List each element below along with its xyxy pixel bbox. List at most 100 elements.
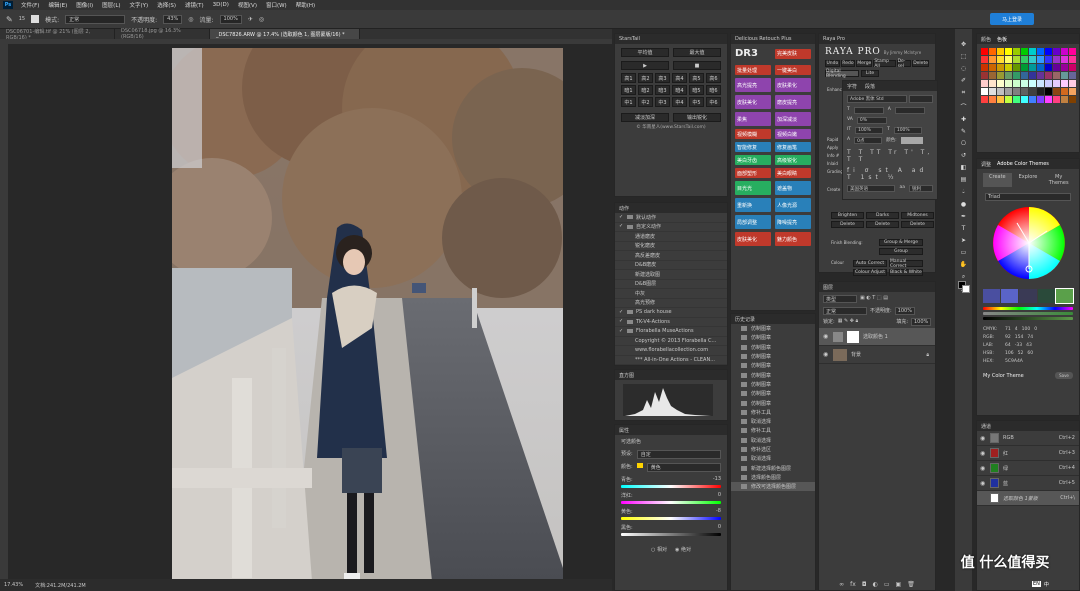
- high-2[interactable]: 高2: [638, 73, 653, 83]
- redo-button[interactable]: Redo: [840, 60, 856, 67]
- maximum-button[interactable]: 最大值: [673, 48, 721, 57]
- play-icon[interactable]: ▶: [621, 61, 669, 70]
- desel-button[interactable]: De-sel: [896, 59, 912, 69]
- healing-icon[interactable]: ✚: [961, 116, 966, 123]
- color-swatch[interactable]: [997, 80, 1004, 87]
- perfect-skin-button[interactable]: 完美皮肤: [775, 48, 811, 59]
- channel-row[interactable]: 选取颜色 1蒙版 Ctrl+\: [977, 491, 1079, 506]
- color-swatch[interactable]: [981, 48, 988, 55]
- history-row[interactable]: 仿制图章: [731, 352, 815, 361]
- menu-image[interactable]: 图像(I): [76, 1, 93, 9]
- slider-value-cyan[interactable]: -13: [713, 476, 721, 483]
- color-select[interactable]: 黄色: [646, 463, 721, 472]
- color-swatch[interactable]: [1061, 48, 1068, 55]
- mid-5[interactable]: 中5: [689, 97, 704, 107]
- link-icon[interactable]: ∞: [839, 581, 844, 588]
- saturation-slider[interactable]: [983, 312, 1073, 315]
- dodge-icon[interactable]: ●: [961, 201, 966, 208]
- action-row[interactable]: ✓ 自定义动作: [615, 223, 727, 232]
- midtones-button[interactable]: Midtones: [901, 212, 934, 219]
- cyan-slider[interactable]: [621, 485, 721, 488]
- color-swatch[interactable]: [1005, 88, 1012, 95]
- darks-button[interactable]: Darks: [866, 212, 899, 219]
- dr-btn[interactable]: 人像光源: [775, 198, 811, 212]
- color-swatch[interactable]: [1029, 96, 1036, 103]
- dr-btn[interactable]: 遮盖物: [775, 181, 811, 195]
- color-swatch[interactable]: [989, 72, 996, 79]
- history-row[interactable]: 修补工具: [731, 426, 815, 435]
- menu-layer[interactable]: 图层(L): [102, 1, 120, 9]
- brush-icon[interactable]: ✎: [961, 128, 966, 135]
- slider-value-yellow[interactable]: -8: [716, 508, 721, 515]
- color-swatch[interactable]: [1013, 48, 1020, 55]
- colour-adjust-button[interactable]: Colour Adjust: [853, 269, 887, 276]
- tab-character[interactable]: 字符: [847, 83, 857, 90]
- delete-button[interactable]: Delete: [831, 221, 864, 228]
- color-swatch[interactable]: [1045, 64, 1052, 71]
- delete-button[interactable]: Delete: [901, 221, 934, 228]
- ime-indicator[interactable]: 中: [1044, 581, 1049, 588]
- stop-icon[interactable]: ■: [673, 61, 721, 70]
- tab-swatches[interactable]: 色板: [997, 36, 1007, 43]
- dr-btn[interactable]: 美白眼睛: [775, 168, 811, 178]
- menu-window[interactable]: 窗口(W): [266, 1, 287, 9]
- history-row[interactable]: 取消选择: [731, 454, 815, 463]
- action-row[interactable]: 通道磨皮: [615, 232, 727, 242]
- tab-doc-3[interactable]: _DSC7826.ARW @ 17.4% (选取颜色 1, 图层蒙版/16) *: [210, 29, 360, 39]
- pen-icon[interactable]: ✒: [961, 213, 966, 220]
- color-swatch[interactable]: [1061, 88, 1068, 95]
- action-row[interactable]: 高反差磨皮: [615, 251, 727, 261]
- lasso-tool-icon[interactable]: ◌: [961, 65, 966, 72]
- color-swatch[interactable]: [1053, 88, 1060, 95]
- history-row[interactable]: 仿制图章: [731, 361, 815, 370]
- font-size-field[interactable]: [853, 107, 884, 114]
- tracking-field[interactable]: 0%: [856, 117, 887, 124]
- color-swatch[interactable]: [1021, 88, 1028, 95]
- dr-btn[interactable]: 高级锐化: [775, 155, 811, 165]
- dark-2[interactable]: 暗2: [638, 85, 653, 95]
- color-swatch[interactable]: [1029, 48, 1036, 55]
- dr-btn[interactable]: 皮肤柔化: [775, 78, 811, 92]
- action-row[interactable]: 新建选取图: [615, 270, 727, 280]
- action-row[interactable]: 中灰: [615, 289, 727, 299]
- dr-btn[interactable]: 皮肤美化: [735, 232, 771, 246]
- menu-edit[interactable]: 编辑(E): [48, 1, 67, 9]
- menu-view[interactable]: 视图(V): [238, 1, 257, 9]
- history-row[interactable]: 修补工具: [731, 408, 815, 417]
- color-swatch[interactable]: [1029, 88, 1036, 95]
- channel-row[interactable]: ◉ 绿 Ctrl+4: [977, 461, 1079, 476]
- dr-btn[interactable]: 柔焦: [735, 112, 771, 126]
- history-row[interactable]: 仿制图章: [731, 389, 815, 398]
- color-swatch[interactable]: [981, 64, 988, 71]
- hue-slider[interactable]: [983, 307, 1073, 310]
- move-tool-icon[interactable]: ✥: [961, 41, 966, 48]
- high-4[interactable]: 高4: [672, 73, 687, 83]
- tab-digital-blending[interactable]: Digital Blending: [825, 69, 859, 79]
- history-row[interactable]: 仿制图章: [731, 324, 815, 333]
- color-swatch[interactable]: [981, 96, 988, 103]
- group-icon[interactable]: ▭: [884, 581, 890, 588]
- menu-filter[interactable]: 滤镜(T): [185, 1, 204, 9]
- color-swatch[interactable]: [1053, 72, 1060, 79]
- color-swatch[interactable]: [1013, 96, 1020, 103]
- theme-swatch[interactable]: [983, 289, 1001, 303]
- color-swatch[interactable]: [1013, 72, 1020, 79]
- color-swatch[interactable]: [1029, 64, 1036, 71]
- dark-1[interactable]: 暗1: [621, 85, 636, 95]
- color-swatch[interactable]: [1037, 56, 1044, 63]
- dr-btn[interactable]: 高光提亮: [735, 78, 771, 92]
- color-swatch[interactable]: [989, 48, 996, 55]
- brighten-button[interactable]: Brighten: [831, 212, 864, 219]
- color-swatch[interactable]: [1005, 96, 1012, 103]
- color-swatch[interactable]: [1037, 88, 1044, 95]
- new-layer-icon[interactable]: ▣: [896, 581, 902, 588]
- history-brush-icon[interactable]: ↺: [961, 152, 966, 159]
- magenta-slider[interactable]: [621, 501, 721, 504]
- color-swatch[interactable]: [1013, 64, 1020, 71]
- high-3[interactable]: 高3: [655, 73, 670, 83]
- tab-doc-2[interactable]: DSC06718.jpg @ 16.3%(RGB/16): [115, 28, 210, 40]
- lang-indicator[interactable]: EN: [1032, 581, 1041, 587]
- color-swatch[interactable]: [1029, 56, 1036, 63]
- color-swatch[interactable]: [1037, 80, 1044, 87]
- marquee-tool-icon[interactable]: ⬚: [961, 53, 967, 60]
